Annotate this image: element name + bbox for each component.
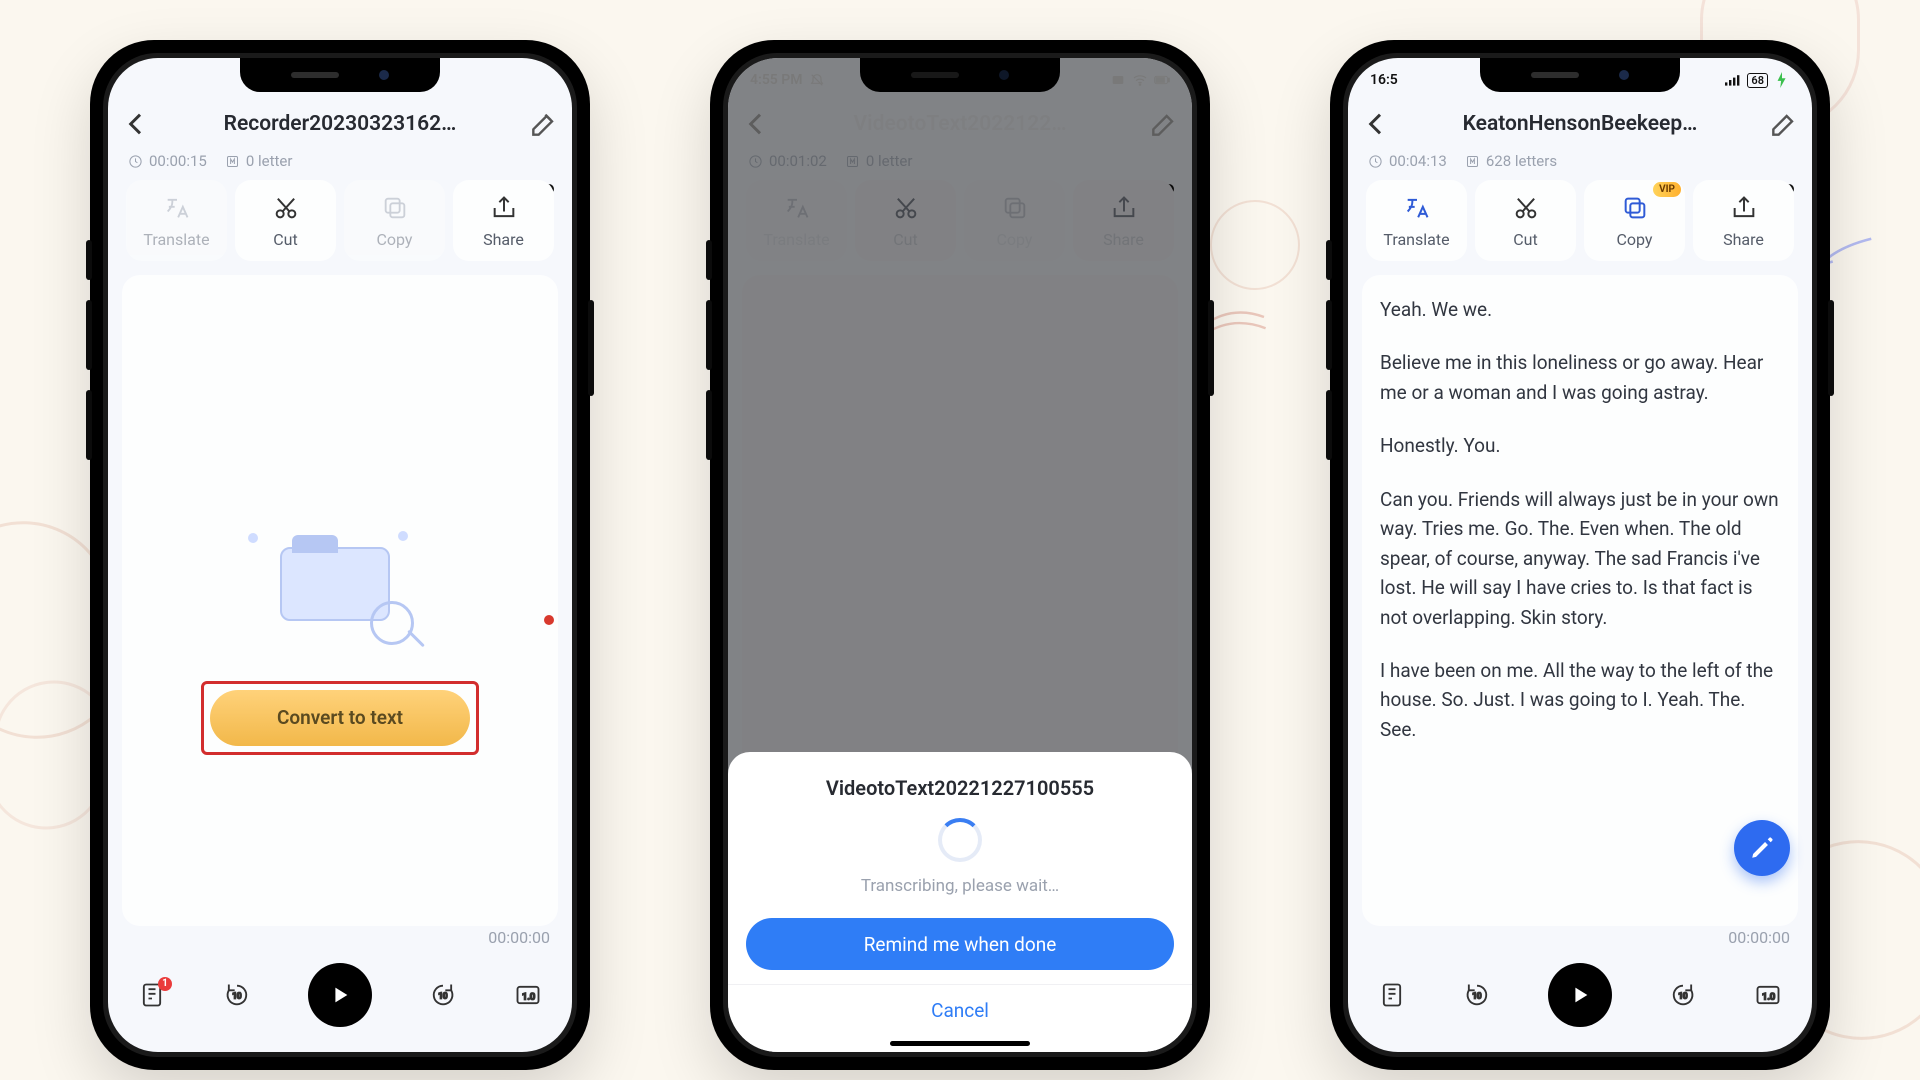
- battery-pct: 68: [1747, 73, 1768, 88]
- svg-text:1.0: 1.0: [522, 991, 535, 1002]
- edit-transcript-fab[interactable]: [1734, 820, 1790, 876]
- rewind-10-button[interactable]: 10: [1463, 981, 1491, 1009]
- vip-badge: VIP: [1653, 182, 1681, 197]
- phone-mute-switch: [86, 240, 92, 280]
- transcript-text[interactable]: Yeah. We we. Believe me in this loneline…: [1362, 275, 1798, 788]
- copy-button[interactable]: VIP Copy: [1584, 180, 1685, 261]
- convert-highlight: Convert to text: [201, 681, 479, 755]
- duration-label: 00:04:13: [1368, 152, 1447, 170]
- badge-count: 1: [158, 977, 172, 991]
- phone-notch: [1480, 58, 1680, 92]
- share-label: Share: [483, 230, 524, 249]
- remind-when-done-button[interactable]: Remind me when done: [746, 918, 1174, 970]
- translate-button[interactable]: Translate: [1366, 180, 1467, 261]
- cut-button[interactable]: Cut: [235, 180, 336, 261]
- translate-label: Translate: [143, 230, 209, 249]
- transcript-paragraph: Honestly. You.: [1380, 431, 1780, 460]
- phone-vol-up: [1326, 300, 1332, 370]
- share-button[interactable]: Share: [453, 180, 554, 261]
- cut-button[interactable]: Cut: [1475, 180, 1576, 261]
- phone-mockup-3: 16:5 68 KeatonHensonBeekeep… 00:04:13: [1330, 40, 1830, 1070]
- phone-vol-down: [706, 390, 712, 460]
- translate-button[interactable]: Translate: [126, 180, 227, 261]
- phone-vol-up: [706, 300, 712, 370]
- share-label: Share: [1723, 230, 1764, 249]
- phone-mute-switch: [706, 240, 712, 280]
- modal-subtitle: Transcribing, please wait…: [746, 876, 1174, 896]
- translate-label: Translate: [1383, 230, 1449, 249]
- empty-illustration: [240, 527, 440, 657]
- duration-label: 00:00:15: [128, 152, 207, 170]
- transcript-paragraph: Believe me in this loneliness or go away…: [1380, 348, 1780, 407]
- page-title: KeatonHensonBeekeep…: [1402, 112, 1758, 136]
- phone-vol-down: [86, 390, 92, 460]
- back-button[interactable]: [120, 108, 152, 140]
- rewind-10-button[interactable]: 10: [223, 981, 251, 1009]
- svg-text:1.0: 1.0: [1762, 991, 1775, 1002]
- transcribe-modal: VideotoText20221227100555 Transcribing, …: [728, 752, 1192, 1052]
- transcript-paragraph: Can you. Friends will always just be in …: [1380, 485, 1780, 632]
- bookmark-list-button[interactable]: 1: [138, 981, 166, 1009]
- bookmark-list-button[interactable]: [1378, 981, 1406, 1009]
- speed-button[interactable]: 1.0: [514, 981, 542, 1009]
- modal-title: VideotoText20221227100555: [746, 776, 1174, 800]
- play-button[interactable]: [1548, 963, 1612, 1027]
- svg-text:10: 10: [1678, 990, 1688, 1000]
- home-indicator[interactable]: [890, 1041, 1030, 1046]
- copy-label: Copy: [1616, 230, 1652, 249]
- phone-vol-down: [1326, 390, 1332, 460]
- action-toolbar: Translate Cut VIP Copy Share: [1362, 180, 1798, 261]
- svg-text:10: 10: [438, 990, 448, 1000]
- status-time: 16:5: [1370, 72, 1398, 88]
- letter-count-label: 628 letters: [1465, 152, 1557, 170]
- phone-notch: [240, 58, 440, 92]
- back-button[interactable]: [1360, 108, 1392, 140]
- share-button[interactable]: Share: [1693, 180, 1794, 261]
- phone-side-button: [1828, 300, 1834, 396]
- speed-button[interactable]: 1.0: [1754, 981, 1782, 1009]
- cut-label: Cut: [273, 230, 297, 249]
- rename-button[interactable]: [1768, 108, 1800, 140]
- rename-button[interactable]: [528, 108, 560, 140]
- transcript-paragraph: Yeah. We we.: [1380, 295, 1780, 324]
- forward-10-button[interactable]: 10: [1669, 981, 1697, 1009]
- playback-time: 00:00:00: [1348, 926, 1812, 951]
- playback-time: 00:00:00: [108, 926, 572, 951]
- cancel-label: Cancel: [931, 999, 989, 1022]
- phone-vol-up: [86, 300, 92, 370]
- remind-label: Remind me when done: [864, 933, 1057, 956]
- cut-label: Cut: [1513, 230, 1537, 249]
- phone-mockup-2: 4:55 PM VideotoText2022122… 00:01:02: [710, 40, 1210, 1070]
- charging-icon: [1774, 72, 1790, 88]
- action-toolbar: Translate Cut Copy Share: [122, 180, 558, 261]
- phone-side-button: [1208, 300, 1214, 396]
- copy-label: Copy: [376, 230, 412, 249]
- signal-icon: [1725, 72, 1741, 88]
- content-panel: Convert to text: [122, 275, 558, 926]
- convert-label: Convert to text: [277, 706, 403, 729]
- forward-10-button[interactable]: 10: [429, 981, 457, 1009]
- copy-button[interactable]: Copy: [344, 180, 445, 261]
- cancel-button[interactable]: Cancel: [728, 984, 1192, 1026]
- letter-count-label: 0 letter: [225, 152, 293, 170]
- page-title: Recorder20230323162…: [162, 112, 518, 136]
- svg-text:10: 10: [1472, 990, 1482, 1000]
- content-panel: Yeah. We we. Believe me in this loneline…: [1362, 275, 1798, 926]
- play-button[interactable]: [308, 963, 372, 1027]
- phone-mute-switch: [1326, 240, 1332, 280]
- svg-text:10: 10: [232, 990, 242, 1000]
- phone-side-button: [588, 300, 594, 396]
- convert-to-text-button[interactable]: Convert to text: [210, 690, 470, 746]
- loading-spinner-icon: [938, 818, 982, 862]
- phone-mockup-1: Recorder20230323162… 00:00:15 0 letter T…: [90, 40, 590, 1070]
- scroll-position-dot: [544, 615, 554, 625]
- transcript-paragraph: I have been on me. All the way to the le…: [1380, 656, 1780, 744]
